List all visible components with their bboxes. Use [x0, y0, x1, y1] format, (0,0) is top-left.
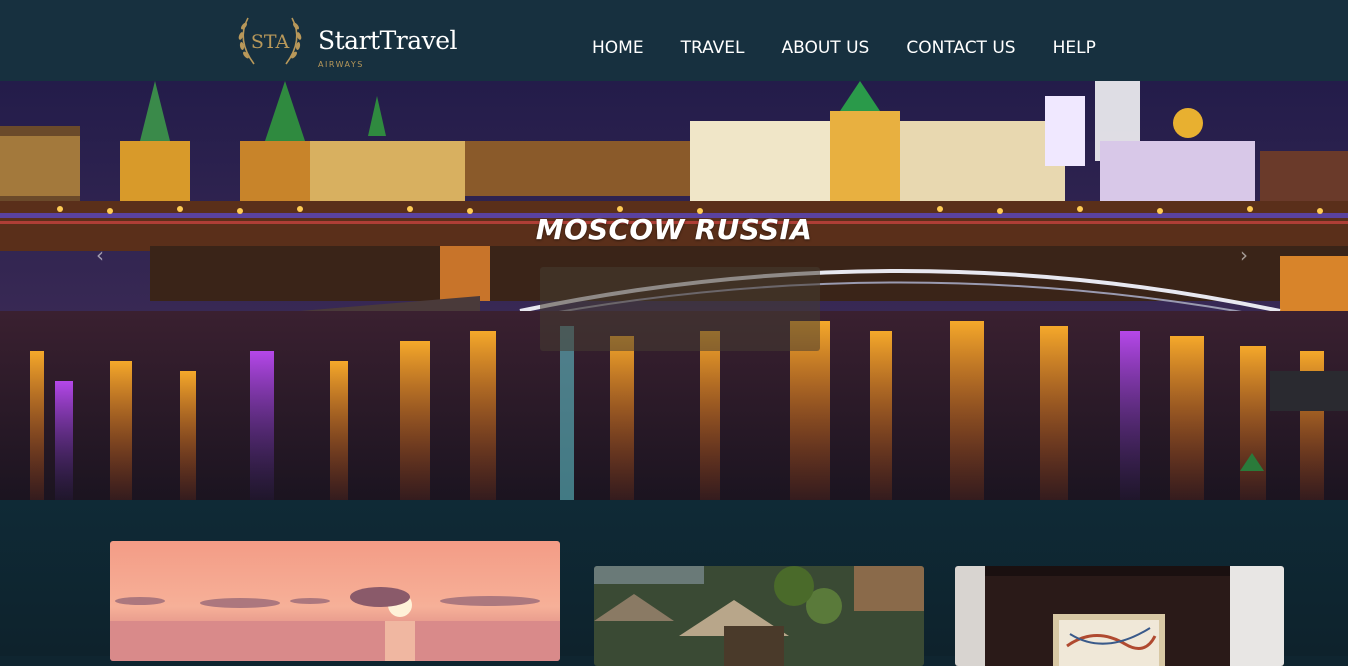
- logo-tagline: AIRWAYS: [318, 60, 364, 69]
- hero-carousel: MOSCOW RUSSIA ‹ ›: [0, 81, 1348, 500]
- card-sunset-sea[interactable]: [110, 541, 560, 661]
- hero-caption-wrapper: MOSCOW RUSSIA: [0, 213, 1348, 246]
- nav-about-us-link[interactable]: ABOUT US: [781, 38, 869, 62]
- site-header: STA StartTravel AIRWAYS HOME TRAVEL ABOU…: [0, 0, 1348, 81]
- nav-contact-us-link[interactable]: CONTACT US: [906, 38, 1015, 62]
- card-thatched-huts[interactable]: [594, 566, 924, 666]
- nav-travel-link[interactable]: TRAVEL: [681, 38, 745, 62]
- destination-cards: [0, 500, 1348, 666]
- logo-monogram: STA: [251, 31, 290, 53]
- sunset-sea-photo: [110, 541, 560, 661]
- carousel-prev-icon[interactable]: ‹: [96, 243, 104, 267]
- carousel-next-icon[interactable]: ›: [1240, 243, 1248, 267]
- hero-caption: MOSCOW RUSSIA: [535, 213, 813, 246]
- nav-home-link[interactable]: HOME: [592, 38, 644, 62]
- hero-caption-box: [540, 267, 820, 351]
- laurel-emblem-icon: STA: [238, 17, 302, 65]
- main-nav: HOME TRAVEL ABOUT US CONTACT US HELP: [592, 38, 1096, 62]
- nav-help-link[interactable]: HELP: [1053, 38, 1096, 62]
- site-logo[interactable]: STA StartTravel AIRWAYS: [234, 12, 458, 72]
- card-interior-room[interactable]: [955, 566, 1284, 666]
- interior-room-photo: [955, 566, 1284, 666]
- thatched-huts-photo: [594, 566, 924, 666]
- logo-brand-name: StartTravel: [318, 26, 458, 55]
